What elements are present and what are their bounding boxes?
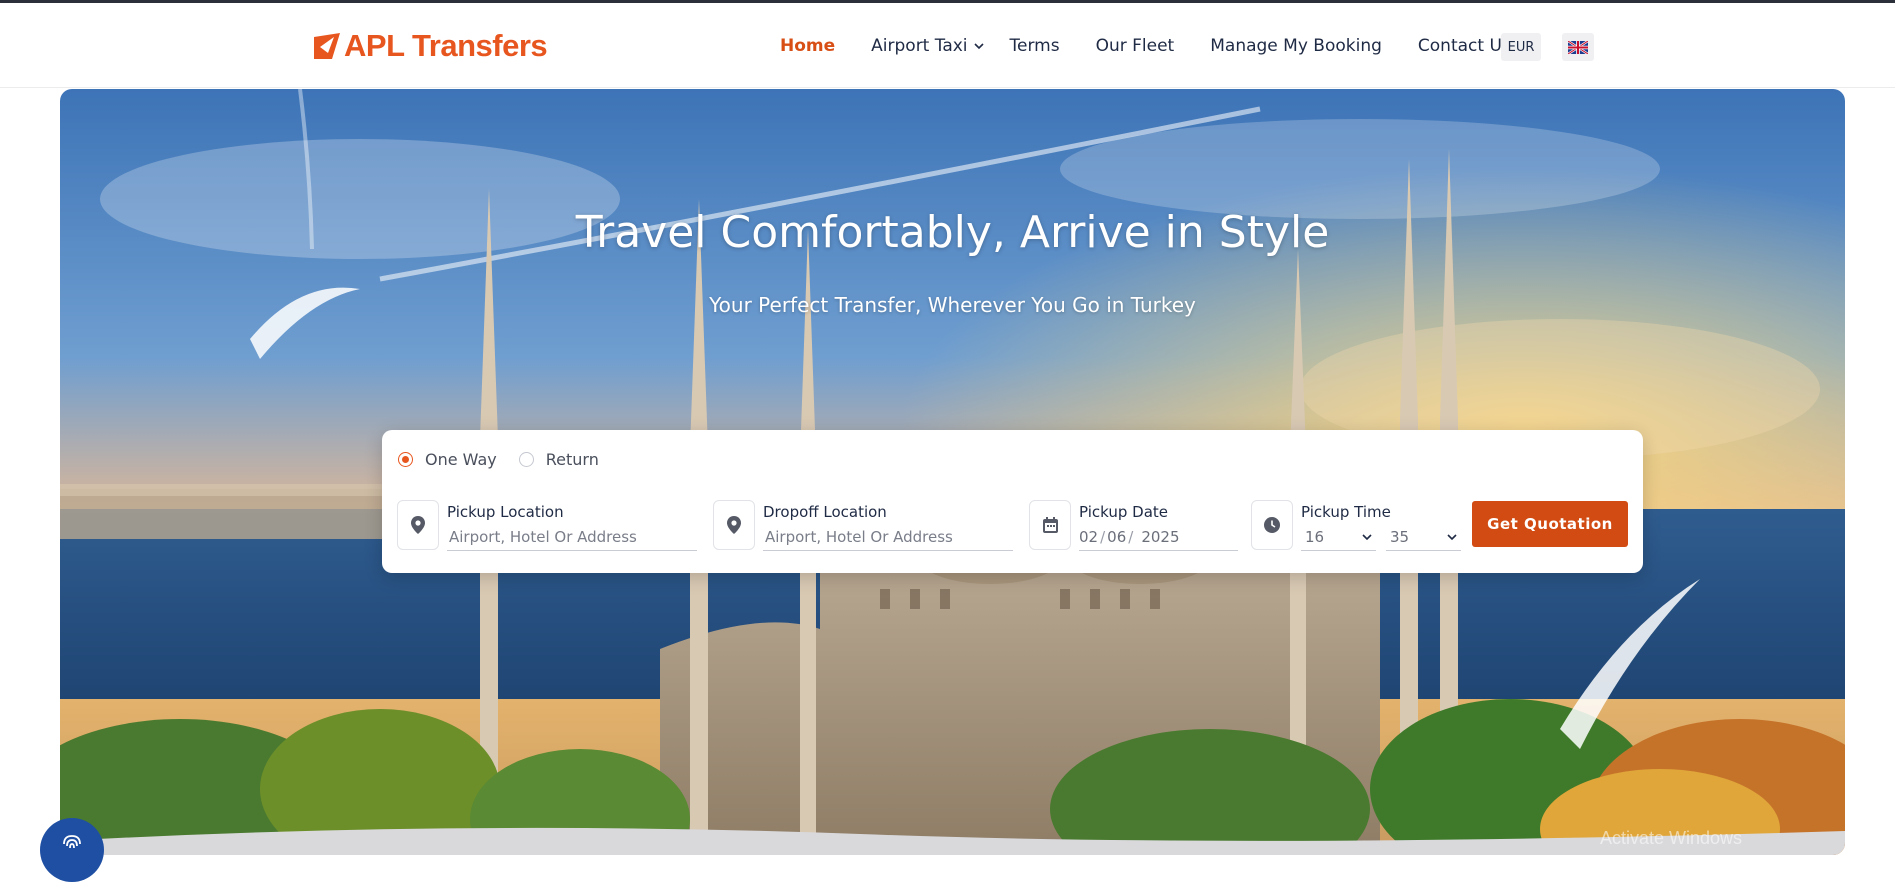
- chevron-down-icon: [1447, 534, 1457, 541]
- minute-value: 35: [1390, 528, 1410, 546]
- pickup-location-field: Pickup Location: [397, 500, 697, 552]
- uk-flag-icon: [1568, 40, 1588, 54]
- main-nav: Home Airport Taxi Terms Our Fleet Manage…: [780, 31, 1547, 61]
- dropoff-location-field: Dropoff Location: [713, 500, 1013, 552]
- trip-type-group: One Way Return: [398, 450, 621, 469]
- pickup-time-label: Pickup Time: [1301, 503, 1391, 521]
- booking-form: One Way Return Pickup Location Dropoff L…: [382, 430, 1643, 573]
- fingerprint-icon: [63, 835, 81, 849]
- pickup-date-label: Pickup Date: [1079, 503, 1169, 521]
- date-year[interactable]: 2025: [1141, 528, 1179, 546]
- os-watermark: Activate Windows: [1600, 828, 1743, 848]
- nav-our-fleet[interactable]: Our Fleet: [1096, 36, 1175, 56]
- nav-manage-booking[interactable]: Manage My Booking: [1210, 36, 1382, 56]
- nav-manage-booking-label: Manage My Booking: [1210, 36, 1382, 56]
- trip-type-one-way[interactable]: One Way: [398, 450, 497, 469]
- pickup-location-input[interactable]: [447, 526, 697, 551]
- nav-contact-us-label: Contact Us: [1417, 36, 1511, 56]
- pickup-date-field: Pickup Date 02 / 06 / 2025: [1029, 500, 1238, 552]
- minute-select[interactable]: 35: [1386, 526, 1461, 551]
- chevron-down-icon: [1362, 534, 1372, 541]
- nav-our-fleet-label: Our Fleet: [1095, 36, 1175, 56]
- nav-terms-label: Terms: [1009, 36, 1060, 56]
- hero-section: Travel Comfortably, Arrive in Style Your…: [60, 89, 1845, 855]
- site-header: APL Transfers Home Airport Taxi Terms Ou…: [0, 3, 1895, 88]
- date-day[interactable]: 02: [1079, 528, 1098, 546]
- trip-type-one-way-label: One Way: [425, 450, 497, 469]
- date-month[interactable]: 06: [1107, 528, 1126, 546]
- chevron-down-icon: [973, 43, 984, 50]
- currency-selector[interactable]: EUR: [1501, 33, 1541, 61]
- nav-airport-taxi[interactable]: Airport Taxi: [871, 36, 984, 56]
- nav-contact-us[interactable]: Contact Us: [1418, 36, 1511, 56]
- nav-home-label: Home: [780, 36, 836, 56]
- language-selector[interactable]: [1562, 33, 1594, 61]
- dropoff-location-label: Dropoff Location: [763, 503, 887, 521]
- radio-one-way[interactable]: [398, 452, 413, 467]
- hero-title: Travel Comfortably, Arrive in Style: [575, 207, 1330, 258]
- nav-terms[interactable]: Terms: [1010, 36, 1060, 56]
- calendar-icon: [1029, 500, 1071, 550]
- pickup-location-label: Pickup Location: [447, 503, 564, 521]
- accessibility-button[interactable]: [40, 818, 104, 882]
- radio-return[interactable]: [518, 452, 534, 467]
- nav-airport-taxi-label: Airport Taxi: [871, 36, 968, 56]
- nav-home[interactable]: Home: [780, 36, 835, 56]
- hour-value: 16: [1305, 528, 1325, 546]
- trip-type-return[interactable]: Return: [518, 450, 599, 469]
- logo-text: APL Transfers: [344, 28, 548, 63]
- trip-type-return-label: Return: [545, 450, 599, 469]
- dropoff-location-input[interactable]: [763, 526, 1013, 551]
- clock-icon: [1251, 500, 1293, 550]
- pickup-date-input[interactable]: 02 / 06 / 2025: [1079, 526, 1238, 551]
- logo-mark-icon: [314, 33, 340, 59]
- pickup-time-field: Pickup Time 16 35: [1251, 500, 1471, 552]
- site-logo[interactable]: APL Transfers: [314, 28, 548, 63]
- hero-subtitle: Your Perfect Transfer, Wherever You Go i…: [709, 293, 1196, 317]
- map-pin-icon: [397, 500, 439, 550]
- hour-select[interactable]: 16: [1301, 526, 1376, 551]
- get-quotation-button[interactable]: Get Quotation: [1472, 501, 1628, 547]
- map-pin-icon: [713, 500, 755, 550]
